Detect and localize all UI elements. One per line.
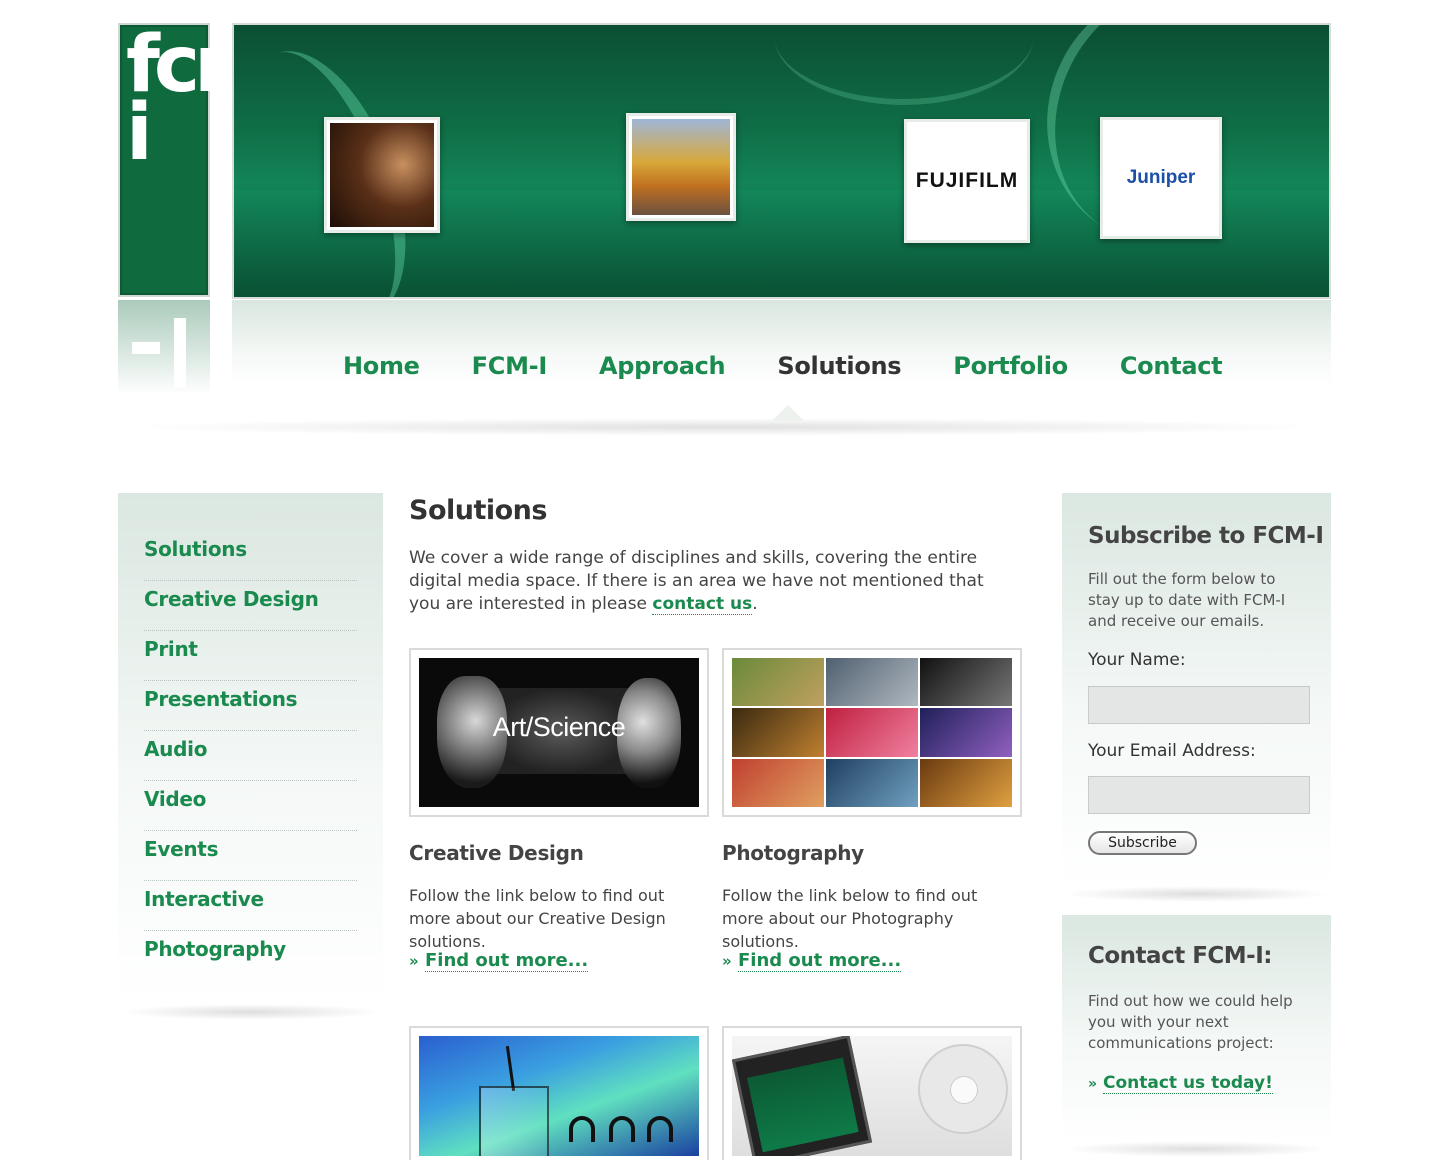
fujifilm-logo-text: FUJIFILM [915,169,1019,192]
name-input[interactable] [1088,686,1310,724]
nav-approach[interactable]: Approach [599,352,726,380]
intro-paragraph: We cover a wide range of disciplines and… [409,548,984,615]
presentations-image[interactable] [409,1026,709,1160]
photography-more: » Find out more... [722,950,902,972]
sidebar-item-events[interactable]: Events [144,831,357,861]
juniper-logo-text: Juniper [1126,167,1196,188]
sidebar-item-solutions[interactable]: Solutions [144,531,357,561]
audio-image[interactable] [722,1026,1022,1160]
photography-image[interactable] [722,648,1022,817]
photography-find-out-more-link[interactable]: Find out more... [737,950,902,972]
banner-logo-juniper: Juniper [1100,117,1222,239]
logo-text: fcm-i [126,20,302,178]
email-label: Your Email Address: [1088,741,1256,761]
contact-us-today-link[interactable]: Contact us today! [1102,1073,1273,1094]
subscribe-box: Subscribe to FCM-I Fill out the form bel… [1062,493,1331,888]
sidebar-item-presentations[interactable]: Presentations [144,681,357,711]
solutions-sidebar: Solutions Creative Design Print Presenta… [118,493,383,1005]
page-title: Solutions [409,495,547,526]
creative-design-title: Creative Design [409,841,584,865]
creative-design-desc: Follow the link below to find out more a… [409,886,666,951]
contact-us-link[interactable]: contact us [652,594,753,615]
photography-desc: Follow the link below to find out more a… [722,886,978,951]
banner-thumb-singers [324,117,440,233]
creative-design-find-out-more-link[interactable]: Find out more... [424,950,589,972]
contact-title: Contact FCM-I: [1088,943,1273,969]
sidebar-item-video[interactable]: Video [144,781,357,811]
nav-home[interactable]: Home [343,352,420,380]
nav-contact[interactable]: Contact [1120,352,1223,380]
site-logo[interactable]: fcm-i [118,20,302,297]
contact-text: Find out how we could help you with your… [1088,992,1293,1052]
sidebar-item-creative-design[interactable]: Creative Design [144,581,357,611]
hero-banner: FUJIFILM Juniper [232,23,1331,299]
contact-link-row: » Contact us today! [1088,1073,1273,1094]
creative-design-image[interactable]: Art/Science [409,648,709,817]
name-label: Your Name: [1088,650,1186,670]
sidebar-item-interactive[interactable]: Interactive [144,881,357,911]
banner-logo-fujifilm: FUJIFILM [904,119,1030,243]
sidebar-item-audio[interactable]: Audio [144,731,357,761]
art-science-caption: Art/Science [492,712,626,742]
subscribe-title: Subscribe to FCM-I [1088,523,1324,549]
logo-reflection [118,300,210,395]
banner-thumb-athletes [626,113,736,221]
email-input[interactable] [1088,776,1310,814]
nav-portfolio[interactable]: Portfolio [953,352,1068,380]
main-nav: Home FCM-I Approach Solutions Portfolio … [343,352,1223,380]
photography-title: Photography [722,841,864,865]
nav-fcm-i[interactable]: FCM-I [472,352,548,380]
creative-design-more: » Find out more... [409,950,589,972]
nav-solutions[interactable]: Solutions [777,352,901,380]
subscribe-text: Fill out the form below to stay up to da… [1088,570,1286,630]
active-nav-pointer [772,405,804,421]
sidebar-item-print[interactable]: Print [144,631,357,661]
subscribe-button[interactable]: Subscribe [1088,831,1197,855]
sidebar-item-photography[interactable]: Photography [144,931,357,961]
contact-box: Contact FCM-I: Find out how we could hel… [1062,915,1331,1143]
